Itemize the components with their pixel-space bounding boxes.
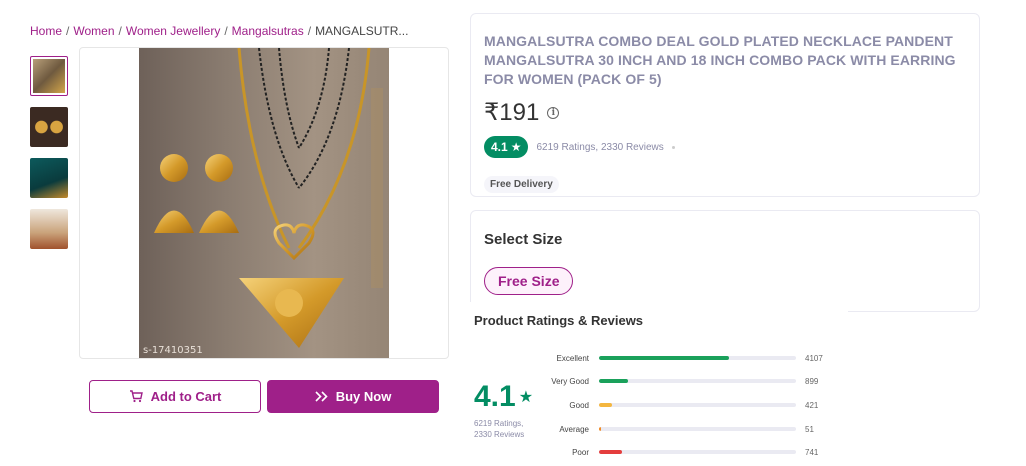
- rating-bar-fill: [599, 450, 623, 454]
- rating-bar-label: Average: [559, 424, 589, 434]
- double-chevron-right-icon: [315, 391, 328, 402]
- breadcrumb-separator: /: [118, 24, 122, 38]
- dot-separator: [671, 145, 675, 149]
- product-illustration: [154, 48, 383, 348]
- rating-bar-track: [599, 427, 796, 431]
- breadcrumb-separator: /: [66, 24, 70, 38]
- free-delivery-badge: Free Delivery: [484, 176, 559, 193]
- product-title: MANGALSUTRA COMBO DEAL GOLD PLATED NECKL…: [484, 33, 956, 87]
- rating-bar-count: 51: [805, 424, 814, 434]
- breadcrumb-women-jewellery[interactable]: Women Jewellery: [126, 24, 220, 38]
- thumbnail-list: [30, 56, 70, 260]
- rating-bar-label: Good: [569, 400, 589, 410]
- thumbnail-image: [30, 107, 68, 147]
- rating-bar-fill: [599, 427, 601, 431]
- ratings-reviews-count: 6219 Ratings, 2330 Reviews: [536, 141, 664, 153]
- rating-bar-row: Good 421: [532, 399, 838, 411]
- thumbnail-3[interactable]: [30, 158, 68, 198]
- rating-bar-row: Very Good 899: [532, 375, 838, 387]
- breadcrumb-women[interactable]: Women: [73, 24, 114, 38]
- rating-bar-track: [599, 379, 796, 383]
- breadcrumb-home[interactable]: Home: [30, 24, 62, 38]
- average-rating: 4.1 ★: [474, 380, 533, 414]
- thumbnail-image: [30, 158, 68, 198]
- thumbnail-image: [30, 209, 68, 249]
- star-icon: ★: [510, 140, 522, 154]
- average-rating-value: 4.1: [474, 380, 516, 413]
- breadcrumb-separator: /: [307, 24, 312, 38]
- rating-bar-row: Average 51: [532, 423, 838, 435]
- cart-icon: [129, 390, 143, 403]
- rating-bar-fill: [599, 356, 730, 360]
- size-selector-card: Select Size Free Size: [470, 210, 980, 312]
- ratings-count: 6219 Ratings,: [474, 419, 524, 428]
- price-row: ₹191 i: [484, 98, 560, 127]
- rating-bar-track: [599, 450, 796, 454]
- thumbnail-image: [33, 59, 65, 93]
- main-image-container: s-17410351: [79, 47, 449, 359]
- buy-now-button[interactable]: Buy Now: [267, 380, 439, 413]
- rating-bar-track: [599, 403, 796, 407]
- rating-value: 4.1: [491, 140, 508, 154]
- rating-bar-count: 899: [805, 376, 819, 386]
- thumbnail-2[interactable]: [30, 107, 68, 147]
- ratings-reviews-panel: Product Ratings & Reviews 4.1 ★ 6219 Rat…: [462, 302, 848, 466]
- rating-bar-count: 741: [805, 447, 819, 457]
- ratings-summary: 6219 Ratings, 2330 Reviews: [474, 418, 524, 440]
- product-details-card: MANGALSUTRA COMBO DEAL GOLD PLATED NECKL…: [470, 13, 980, 197]
- product-price: ₹191: [484, 99, 540, 126]
- rating-row: 4.1 ★ 6219 Ratings, 2330 Reviews: [484, 136, 675, 158]
- rating-bar-count: 421: [805, 400, 819, 410]
- reviews-count: 2330 Reviews: [474, 430, 525, 439]
- rating-bar-row: Poor 741: [532, 446, 838, 458]
- rating-bar-track: [599, 356, 796, 360]
- rating-bar-label: Poor: [572, 447, 589, 457]
- star-icon: ★: [518, 389, 534, 406]
- product-image[interactable]: s-17410351: [139, 48, 389, 358]
- rating-bar-fill: [599, 379, 628, 383]
- rating-badge: 4.1 ★: [484, 136, 529, 158]
- size-title: Select Size: [484, 231, 563, 248]
- size-option-free-size[interactable]: Free Size: [484, 267, 574, 295]
- add-to-cart-label: Add to Cart: [150, 389, 222, 404]
- breadcrumb: Home / Women / Women Jewellery / Mangalsutras /…: [30, 24, 408, 38]
- rating-bar-count: 4107: [805, 353, 823, 363]
- rating-bar-fill: [599, 403, 613, 407]
- breadcrumb-separator: /: [224, 24, 228, 38]
- add-to-cart-button[interactable]: Add to Cart: [89, 380, 261, 413]
- buy-now-label: Buy Now: [335, 389, 392, 404]
- rating-bar-label: Very Good: [551, 376, 589, 386]
- info-icon[interactable]: i: [547, 106, 560, 119]
- thumbnail-1[interactable]: [30, 56, 68, 96]
- rating-bar-label: Excellent: [556, 353, 589, 363]
- breadcrumb-current: MANGALSUTR...: [315, 24, 409, 38]
- breadcrumb-mangalsutras[interactable]: Mangalsutras: [232, 24, 304, 38]
- ratings-title: Product Ratings & Reviews: [474, 313, 644, 328]
- rating-bar-row: Excellent 4107: [532, 352, 838, 364]
- image-watermark: s-17410351: [143, 345, 203, 356]
- thumbnail-4[interactable]: [30, 209, 68, 249]
